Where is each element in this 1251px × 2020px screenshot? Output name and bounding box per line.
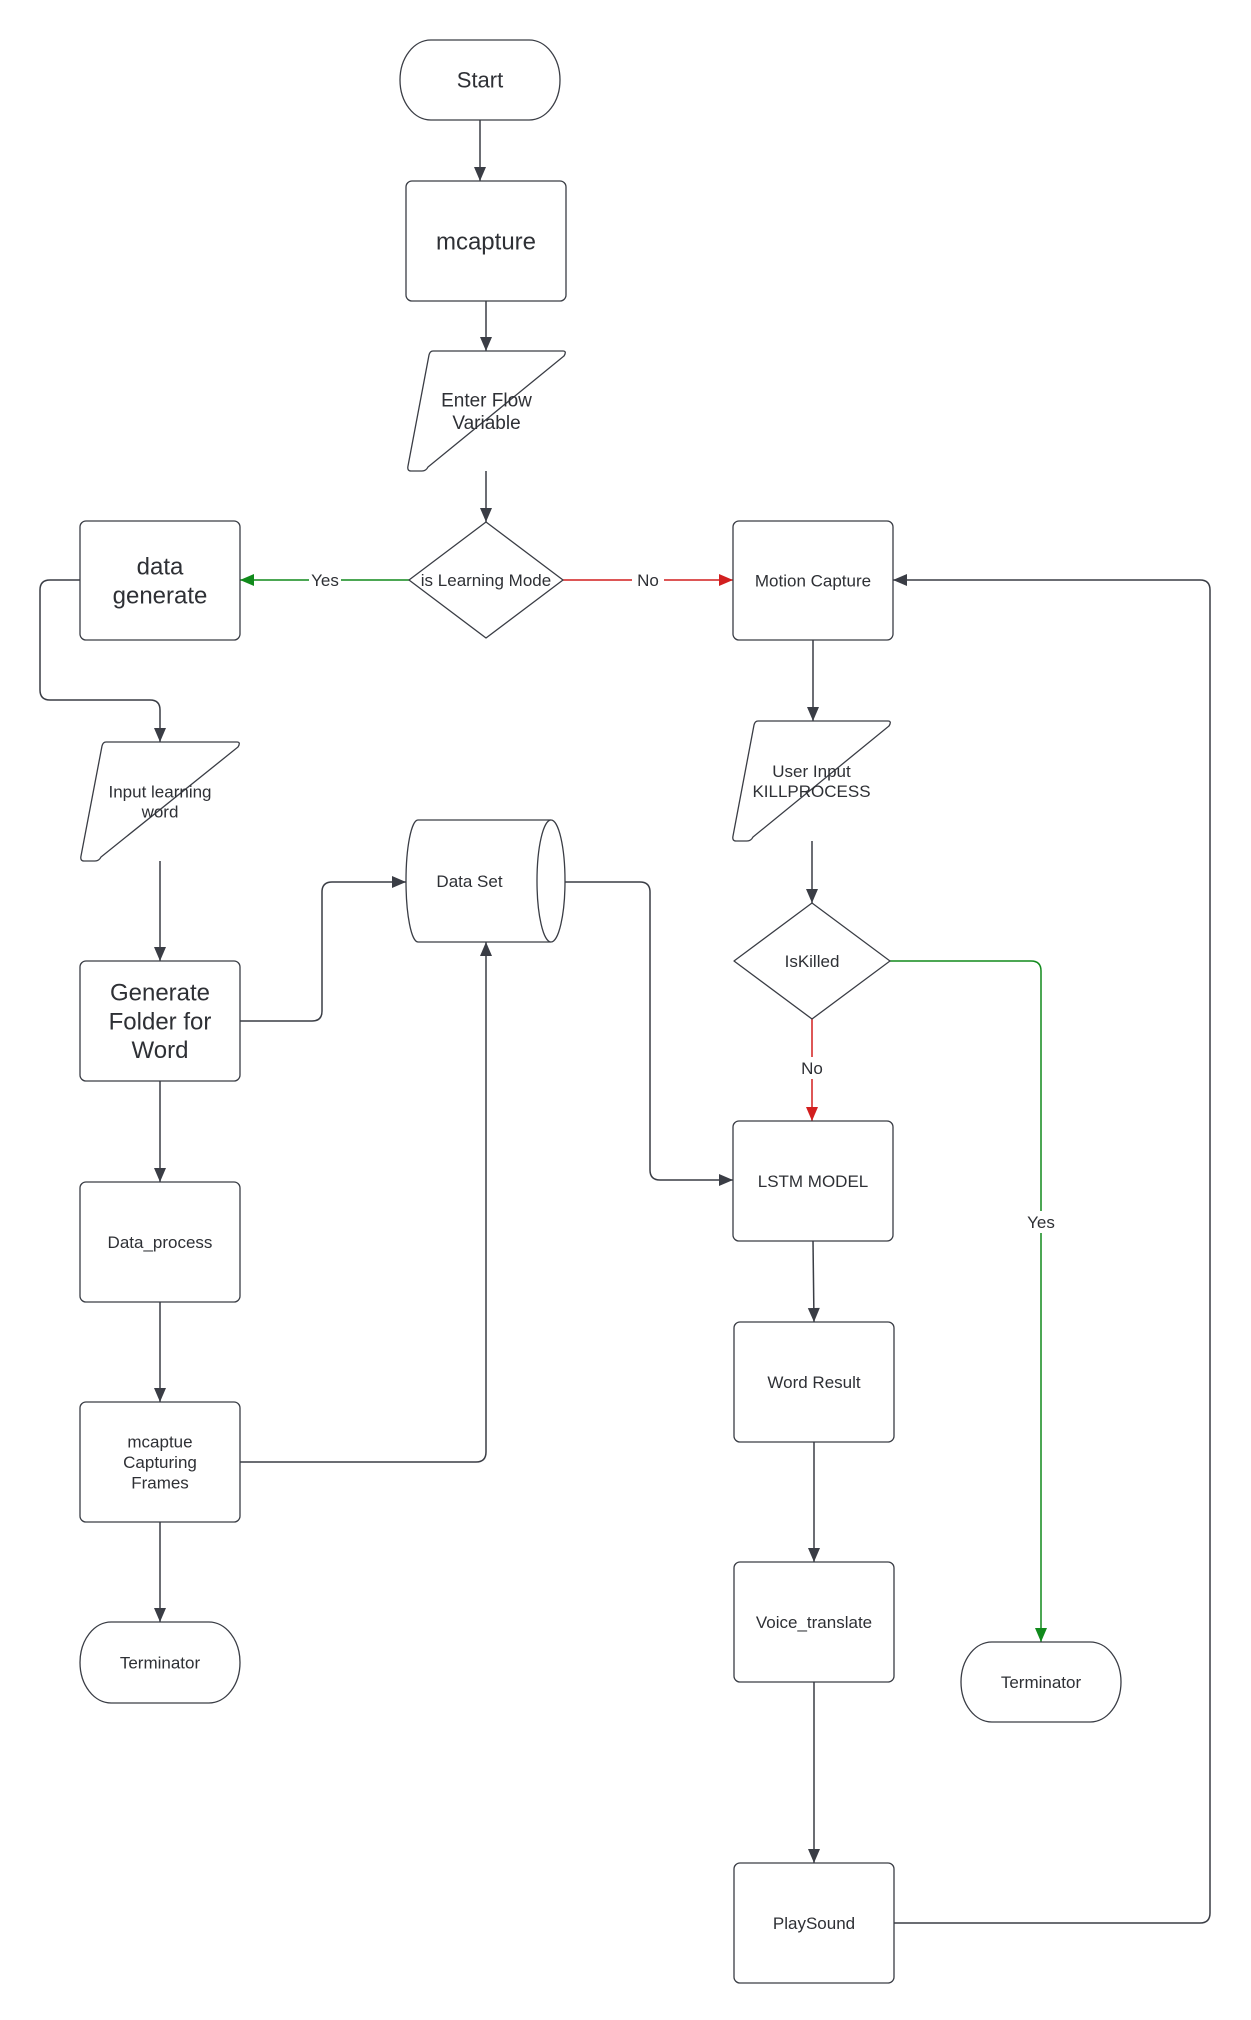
arrowhead-icon [154,1168,166,1182]
edge-is-learning-data-generate: Yes [240,569,409,591]
node-user-input[interactable]: User InputKILLPROCESS [732,720,891,842]
arrowhead-icon [392,876,406,888]
connector-line [240,881,406,1022]
node-label: Word Result [767,1373,860,1392]
node-label: Motion Capture [755,571,871,590]
edge-label: Yes [1027,1213,1055,1232]
edge-user-input-is-killed [806,841,818,903]
arrowhead-icon [154,1388,166,1402]
arrowhead-icon [240,574,254,586]
node-label: IsKilled [785,952,840,971]
node-term-right[interactable]: Terminator [960,1641,1122,1723]
connector-line [565,881,733,1181]
arrowhead-icon [806,1107,818,1121]
edge-gen-folder-data-set [240,876,406,1022]
edge-label: Yes [311,571,339,590]
node-label: is Learning Mode [421,571,551,590]
node-data-set[interactable]: Data Set [405,819,566,943]
arrowhead-icon [1035,1628,1047,1642]
node-label: generate [113,582,208,609]
node-label: Enter Flow [441,390,532,411]
node-label: mcaptue [127,1433,192,1452]
arrowhead-icon [806,889,818,903]
edge-voice-playsound [808,1682,820,1863]
edge-motion-capture-user-input [807,640,819,721]
edge-gen-folder-data-process [154,1081,166,1182]
arrowhead-icon [807,707,819,721]
node-is-killed[interactable]: IsKilled [733,902,891,1020]
arrowhead-icon [719,574,733,586]
connector-line [890,960,1042,1642]
edge-mcaptue-term-left [154,1522,166,1622]
edge-start-mcapture [474,120,486,181]
edge-input-word-gen-folder [154,861,166,961]
data-shape [80,741,240,862]
node-label: data [137,554,184,581]
edge-is-killed-term-right: Yes [890,960,1057,1642]
node-label: Word [132,1037,189,1064]
node-data-process[interactable]: Data_process [79,1181,241,1303]
node-label: Data Set [436,872,502,891]
node-playsound[interactable]: PlaySound [733,1862,895,1984]
node-input-word[interactable]: Input learning word [80,741,240,862]
node-is-learning[interactable]: is Learning Mode [408,521,564,639]
arrowhead-icon [480,942,492,956]
node-mcaptue[interactable]: mcaptueCapturingFrames [79,1401,241,1523]
arrowhead-icon [474,167,486,181]
node-label: KILLPROCESS [752,782,870,801]
edge-lstm-word-result [807,1240,820,1323]
node-label: Folder for [109,1008,212,1035]
arrowhead-icon [480,337,492,351]
edge-is-killed-lstm: No [796,1019,828,1121]
arrowhead-icon [154,1608,166,1622]
nodes: Start mcapture Enter FlowVariable is Learni… [79,39,1122,1984]
node-data-generate[interactable]: datagenerate [79,520,241,641]
arrowhead-icon [480,508,492,522]
node-label: Voice_translate [756,1613,872,1632]
flowchart: Yes No No Yes Start mcapture Enter FlowVariab… [39,39,1211,1984]
node-label: LSTM MODEL [758,1172,869,1191]
node-label: Generate [110,980,210,1007]
arrowhead-icon [808,1548,820,1562]
node-label: PlaySound [773,1914,855,1933]
node-label: User Input [772,762,851,781]
edge-data-process-mcaptue [154,1302,166,1402]
node-label: Data_process [108,1233,213,1252]
node-label: Terminator [1001,1673,1082,1692]
node-label: mcapture [436,228,536,255]
edge-label: No [801,1059,823,1078]
edge-enter-flow-is-learning [480,471,492,522]
data-shape [732,720,891,842]
node-voice[interactable]: Voice_translate [733,1561,895,1683]
node-label: Input learning [108,782,211,801]
arrowhead-icon [719,1174,733,1186]
node-label: Capturing [123,1453,197,1472]
arrowhead-icon [154,947,166,961]
arrowhead-icon [807,1307,820,1322]
node-mcapture[interactable]: mcapture [405,180,567,302]
edge-word-result-voice [808,1442,820,1562]
edge-is-learning-motion-capture: No [563,569,733,591]
node-label: Terminator [120,1653,201,1672]
process-shape [79,520,241,641]
node-gen-folder[interactable]: GenerateFolder forWord [79,960,241,1082]
node-motion-capture[interactable]: Motion Capture [732,520,894,641]
node-start[interactable]: Start [399,39,561,121]
arrowhead-icon [808,1849,820,1863]
edge-label: No [637,571,659,590]
node-word-result[interactable]: Word Result [733,1321,895,1443]
edge-data-set-lstm [565,881,733,1186]
node-label: Frames [131,1473,189,1492]
arrowhead-icon [154,728,166,742]
node-label: Variable [452,413,520,434]
node-enter-flow[interactable]: Enter FlowVariable [407,350,566,472]
node-lstm[interactable]: LSTM MODEL [732,1120,894,1242]
node-label: Start [457,68,503,93]
node-label: word [141,803,179,822]
edge-mcapture-enter-flow [480,301,492,351]
connector-line [240,942,487,1463]
edge-mcaptue-data-set [240,942,492,1463]
arrowhead-icon [893,574,907,586]
node-term-left[interactable]: Terminator [79,1621,241,1704]
